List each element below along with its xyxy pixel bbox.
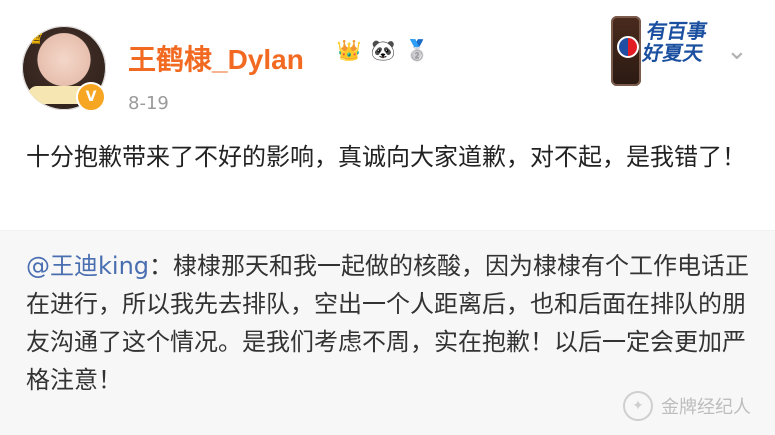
watermark-text: 金牌经纪人	[661, 397, 751, 418]
watermark: ✦ 金牌经纪人	[623, 391, 751, 421]
chevron-down-icon[interactable]: ⌄	[726, 36, 754, 66]
repost-box[interactable]: @王迪king：棣棣那天和我一起做的核酸，因为棣棣有个工作电话正在进行，所以我先…	[0, 231, 775, 435]
ad-text: 有百事 好夏天	[640, 19, 710, 65]
panda-icon[interactable]: 🐼	[370, 37, 396, 63]
silver-medal-icon[interactable]: 🥈	[404, 37, 430, 63]
crown-medal-icon[interactable]: 👑	[336, 37, 362, 63]
ad-banner[interactable]: 有百事 好夏天	[605, 10, 725, 90]
brand-logo-icon	[617, 36, 639, 58]
user-badges: 👑 🐼 🥈	[336, 37, 430, 63]
post-text: 十分抱歉带来了不好的影响，真诚向大家道歉，对不起，是我错了！	[26, 143, 746, 171]
post-date: 8-19	[128, 93, 169, 114]
username[interactable]: 王鹤棣_Dylan	[128, 38, 304, 78]
mention-link[interactable]: @王迪king	[26, 252, 149, 280]
verified-badge-icon: V	[76, 82, 106, 112]
crown-icon: ♛	[28, 28, 45, 49]
post-card: ♛ V 王鹤棣_Dylan 👑 🐼 🥈 8-19 有百事 好夏天 ⌄ 十分抱歉带…	[0, 0, 775, 230]
repost-text: @王迪king：棣棣那天和我一起做的核酸，因为棣棣有个工作电话正在进行，所以我先…	[26, 247, 756, 399]
wechat-icon: ✦	[623, 391, 653, 421]
